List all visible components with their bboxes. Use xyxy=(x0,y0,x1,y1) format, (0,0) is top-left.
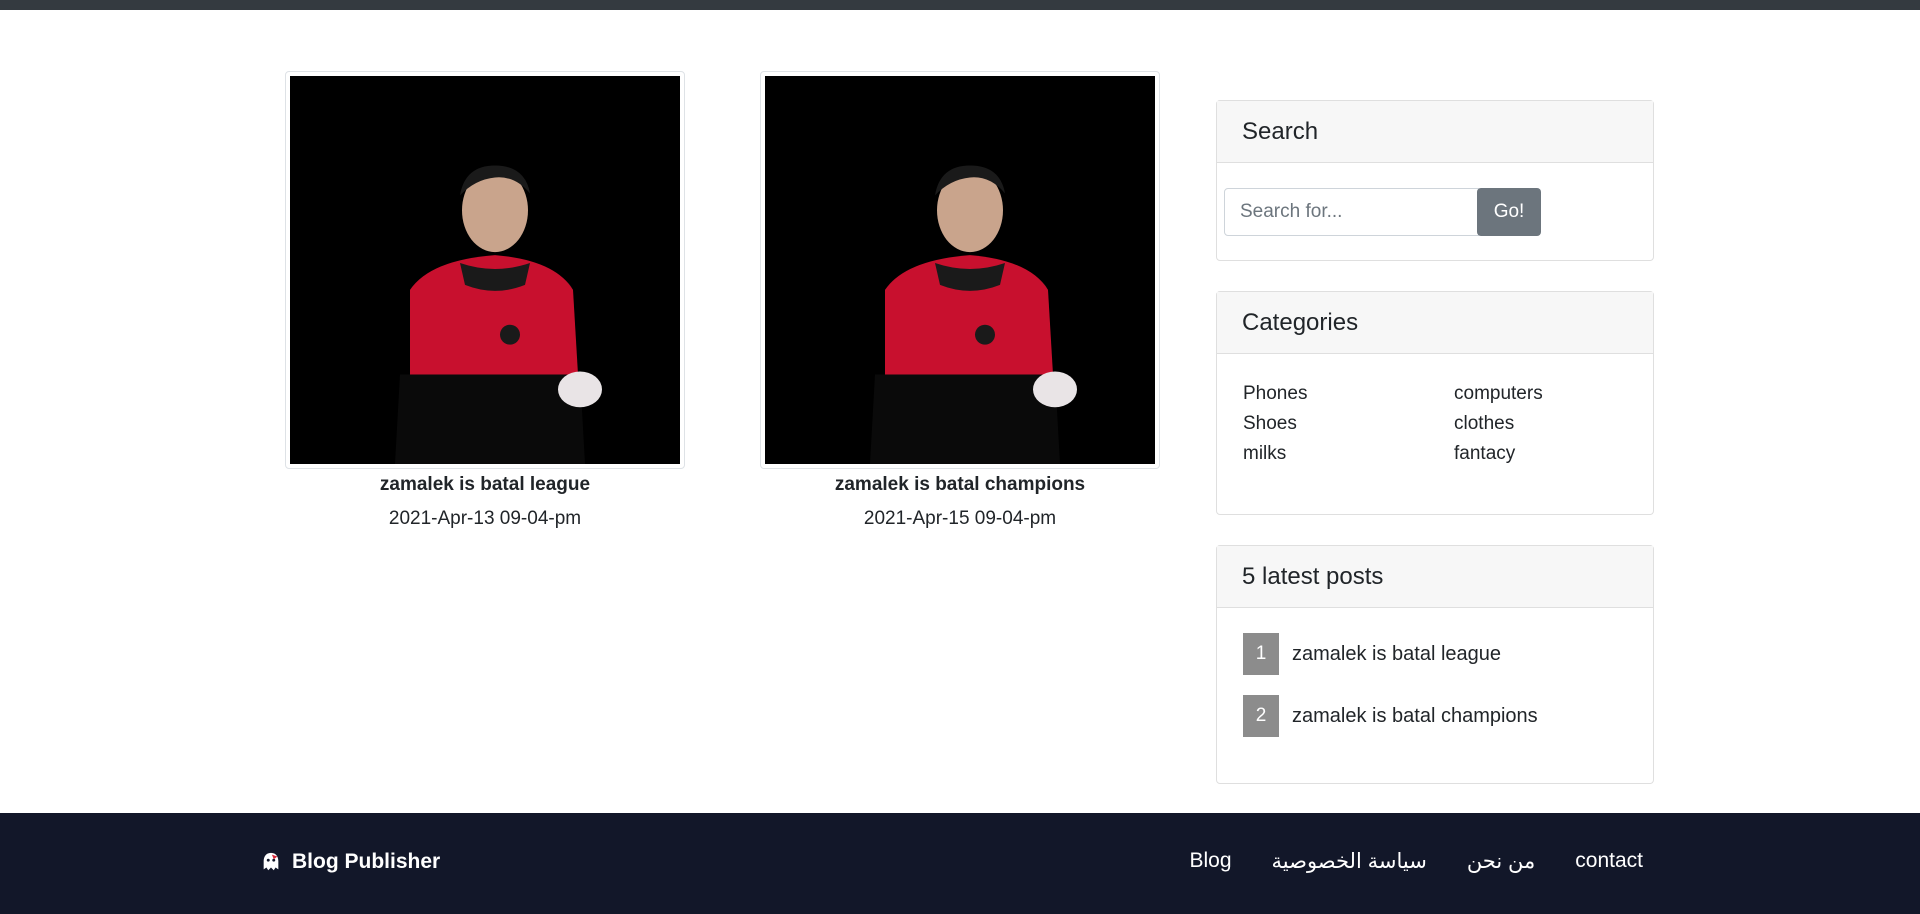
categories-list: Phones computers Shoes clothes milks fan… xyxy=(1243,382,1614,466)
footer: Blog Publisher Blog سياسة الخصوصية من نح… xyxy=(0,813,1920,914)
categories-card: Categories Phones computers Shoes clothe… xyxy=(1216,291,1654,515)
post-date: 2021-Apr-15 09-04-pm xyxy=(863,508,1057,529)
ghost-icon xyxy=(263,852,279,871)
list-item: 1 zamalek is batal league xyxy=(1243,633,1538,675)
category-link-clothes[interactable]: clothes xyxy=(1454,412,1614,436)
search-form: Go! xyxy=(1224,188,1541,236)
category-link-computers[interactable]: computers xyxy=(1454,382,1614,406)
list-item: 2 zamalek is batal champions xyxy=(1243,695,1538,737)
post-thumbnail[interactable] xyxy=(760,71,1160,469)
post-title[interactable]: zamalek is batal champions xyxy=(760,473,1160,497)
post-number-badge: 2 xyxy=(1243,695,1279,737)
search-go-button[interactable]: Go! xyxy=(1477,188,1541,236)
post-thumbnail[interactable] xyxy=(285,71,685,469)
post-image[interactable] xyxy=(765,76,1155,464)
footer-brand[interactable]: Blog Publisher xyxy=(260,850,440,874)
category-link-shoes[interactable]: Shoes xyxy=(1243,412,1454,436)
footer-link-contact[interactable]: contact xyxy=(1575,849,1643,874)
post-card: zamalek is batal champions 2021-Apr-15 0… xyxy=(760,71,1160,531)
footer-link-blog[interactable]: Blog xyxy=(1189,849,1231,874)
post-date: 2021-Apr-13 09-04-pm xyxy=(388,508,582,529)
footer-link-privacy[interactable]: سياسة الخصوصية xyxy=(1272,849,1427,874)
category-link-milks[interactable]: milks xyxy=(1243,442,1454,466)
post-number-badge: 1 xyxy=(1243,633,1279,675)
category-link-fantacy[interactable]: fantacy xyxy=(1454,442,1614,466)
post-image[interactable] xyxy=(290,76,680,464)
top-navbar xyxy=(0,0,1920,10)
post-card: zamalek is batal league 2021-Apr-13 09-0… xyxy=(285,71,685,531)
search-card: Search Go! xyxy=(1216,100,1654,261)
search-card-title: Search xyxy=(1217,101,1653,163)
latest-posts-list: 1 zamalek is batal league 2 zamalek is b… xyxy=(1243,633,1538,757)
category-link-phones[interactable]: Phones xyxy=(1243,382,1454,406)
footer-link-about[interactable]: من نحن xyxy=(1467,849,1535,874)
latest-post-link[interactable]: zamalek is batal league xyxy=(1292,643,1501,666)
latest-posts-title: 5 latest posts xyxy=(1217,546,1653,608)
footer-nav: Blog سياسة الخصوصية من نحن contact xyxy=(1189,849,1643,874)
brand-name: Blog Publisher xyxy=(292,850,441,873)
post-title[interactable]: zamalek is batal league xyxy=(285,473,685,497)
search-input[interactable] xyxy=(1224,188,1479,236)
latest-post-link[interactable]: zamalek is batal champions xyxy=(1292,705,1538,728)
categories-card-title: Categories xyxy=(1217,292,1653,354)
latest-posts-card: 5 latest posts 1 zamalek is batal league… xyxy=(1216,545,1654,784)
